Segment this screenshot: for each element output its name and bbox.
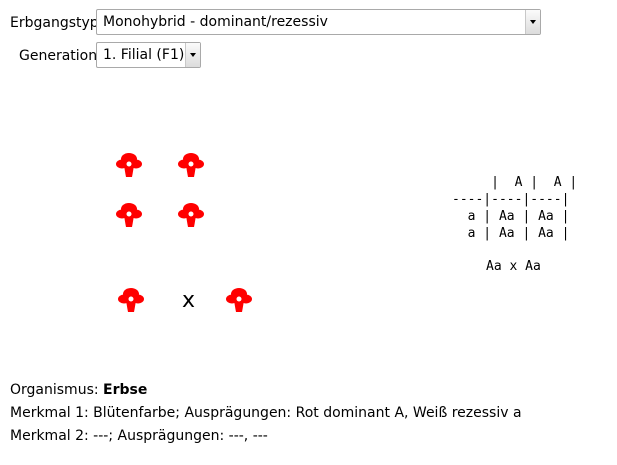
- punnett-header-row: | A | A |: [452, 175, 578, 190]
- chevron-down-icon[interactable]: [525, 10, 540, 34]
- parent-flower-icon: [226, 285, 252, 315]
- erbgangstyp-label: Erbgangstyp:: [10, 15, 104, 31]
- erbgangstyp-value: Monohybrid - dominant/rezessiv: [103, 14, 328, 30]
- cross-symbol: x: [182, 288, 196, 313]
- erbgangstyp-select[interactable]: Monohybrid - dominant/rezessiv: [96, 9, 541, 35]
- offspring-flower-icon: [116, 150, 142, 180]
- merkmal-2-line: Merkmal 2: ---; Ausprägungen: ---, ---: [10, 428, 268, 444]
- organism-line: Organismus: Erbse: [10, 381, 147, 399]
- organism-value: Erbse: [103, 382, 148, 398]
- punnett-divider-row: ----|----|----|: [452, 192, 570, 207]
- organism-label: Organismus:: [10, 382, 99, 398]
- offspring-flower-icon: [116, 200, 142, 230]
- offspring-flower-icon: [178, 150, 204, 180]
- chevron-down-icon[interactable]: [185, 43, 200, 67]
- merkmal-1-line: Merkmal 1: Blütenfarbe; Ausprägungen: Ro…: [10, 405, 522, 421]
- parent-flower-icon: [118, 285, 144, 315]
- punnett-row: a | Aa | Aa |: [452, 209, 570, 224]
- punnett-square: | A | A | ----|----|----| a | Aa | Aa | a…: [452, 174, 577, 242]
- generation-label: Generation:: [19, 48, 102, 64]
- punnett-row: a | Aa | Aa |: [452, 226, 570, 241]
- cross-genotypes: Aa x Aa: [486, 259, 541, 274]
- generation-value: 1. Filial (F1): [103, 47, 185, 63]
- generation-select[interactable]: 1. Filial (F1): [96, 42, 201, 68]
- offspring-flower-icon: [178, 200, 204, 230]
